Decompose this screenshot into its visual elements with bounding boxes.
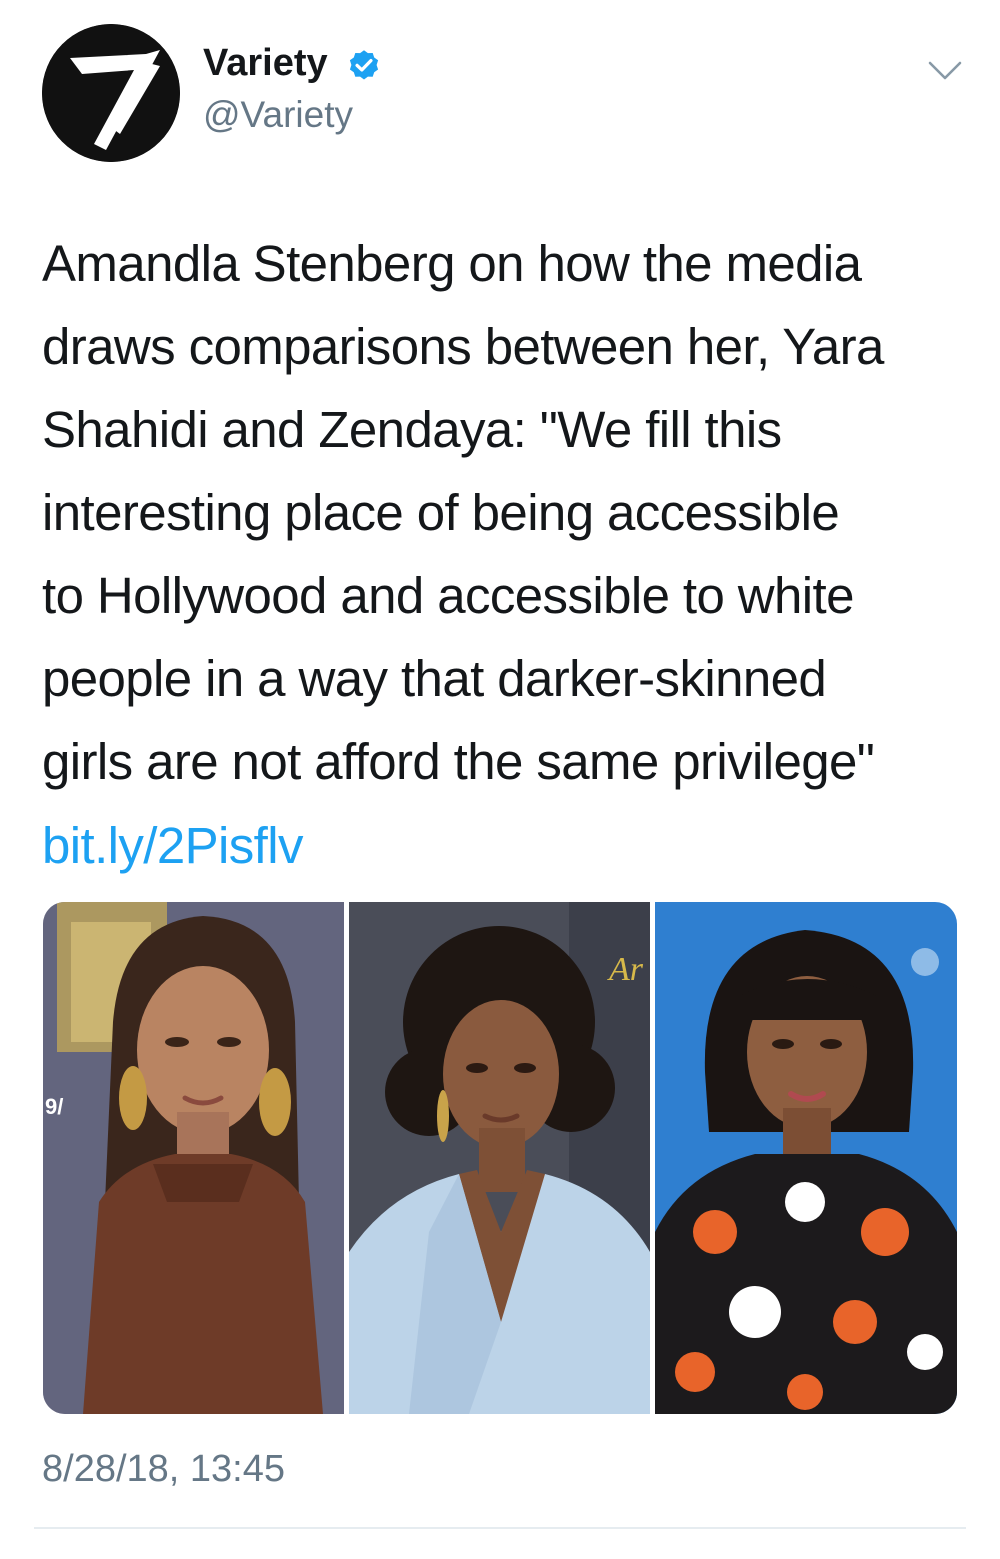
photo-overlay-text: Ar: [607, 951, 644, 988]
photo-2[interactable]: Ar: [349, 902, 650, 1414]
tweet-timestamp[interactable]: 8/28/18, 13:45: [42, 1448, 285, 1491]
author-name[interactable]: Variety: [203, 42, 328, 85]
verified-badge-icon: [349, 50, 379, 80]
tweet-text-line: Amandla Stenberg on how the media: [42, 235, 862, 292]
tweet-text-line: interesting place of being accessible: [42, 484, 840, 541]
divider: [34, 1527, 966, 1529]
photo-overlay-text: 9/: [45, 1094, 63, 1119]
tweet-text-line: girls are not afford the same privilege": [42, 733, 875, 790]
variety-v-logo-icon: [42, 24, 180, 162]
tweet-text: Amandla Stenberg on how the media draws …: [42, 222, 972, 803]
tweet-text-line: draws comparisons between her, Yara: [42, 318, 884, 375]
tweet-text-line: Shahidi and Zendaya: "We fill this: [42, 401, 782, 458]
author-handle[interactable]: @Variety: [203, 94, 353, 136]
photo-1[interactable]: 9/: [43, 902, 344, 1414]
chevron-down-icon[interactable]: [928, 60, 962, 82]
tweet: Variety @Variety Amandla Stenberg on how…: [0, 0, 1000, 1559]
avatar[interactable]: [42, 24, 180, 162]
photo-3[interactable]: [655, 902, 957, 1414]
tweet-text-line: people in a way that darker-skinned: [42, 650, 827, 707]
media-grid[interactable]: 9/ Ar: [43, 902, 957, 1414]
tweet-link[interactable]: bit.ly/2Pisflv: [42, 804, 303, 887]
tweet-text-line: to Hollywood and accessible to white: [42, 567, 854, 624]
